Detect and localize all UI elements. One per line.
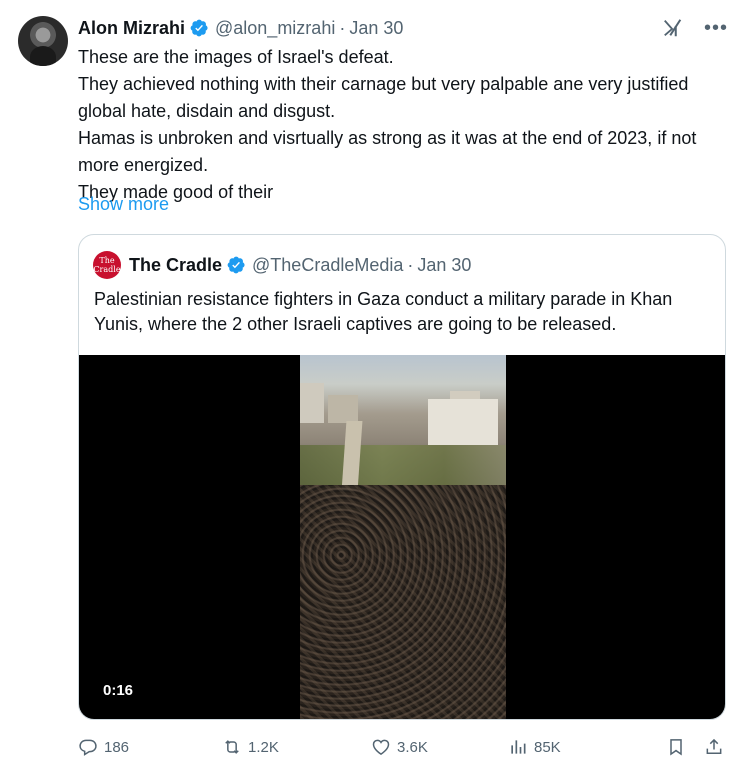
tweet-header: Alon Mizrahi @alon_mizrahi · Jan 30 ••• (78, 16, 728, 40)
header-actions: ••• (662, 17, 728, 39)
quote-author-handle[interactable]: @TheCradleMedia (252, 255, 403, 276)
video-duration: 0:16 (95, 680, 142, 701)
author-handle[interactable]: @alon_mizrahi (215, 18, 335, 39)
share-icon (706, 738, 722, 754)
tweet-body: These are the images of Israel's defeat.… (78, 44, 728, 206)
video-frame (300, 355, 506, 719)
like-button[interactable]: 3.6K (371, 734, 428, 760)
views-count: 85K (534, 738, 561, 756)
repost-icon (225, 740, 239, 754)
building (328, 395, 358, 423)
verified-badge-icon (190, 19, 208, 37)
quote-header: The Cradle The Cradle @TheCradleMedia · … (93, 251, 471, 279)
repost-button[interactable]: 1.2K (222, 734, 279, 760)
views-button[interactable]: 85K (508, 734, 561, 760)
action-bar: 186 1.2K 3.6K 85K (78, 734, 726, 760)
repost-count: 1.2K (248, 738, 279, 756)
author-avatar[interactable] (18, 16, 68, 66)
quote-text: Palestinian resistance fighters in Gaza … (94, 289, 673, 334)
show-more-link[interactable]: Show more (78, 194, 169, 215)
vegetation (300, 445, 506, 485)
grok-icon[interactable] (662, 17, 684, 39)
building (428, 399, 498, 445)
reply-button[interactable]: 186 (78, 734, 129, 760)
header-separator: · (339, 17, 346, 38)
reply-count: 186 (104, 738, 130, 756)
like-count: 3.6K (397, 738, 428, 756)
bookmark-icon (670, 739, 682, 756)
crowd-texture (300, 485, 506, 719)
share-button[interactable] (704, 734, 724, 760)
tweet-line: They achieved nothing with their carnage… (78, 74, 689, 121)
reply-icon (79, 739, 97, 756)
more-icon[interactable]: ••• (704, 18, 728, 38)
heart-icon (372, 739, 390, 755)
tweet-line: They made good of their (78, 182, 274, 202)
tweet-line: Hamas is unbroken and visrtually as stro… (78, 128, 697, 175)
quoted-tweet[interactable]: The Cradle The Cradle @TheCradleMedia · … (78, 234, 726, 720)
author-name[interactable]: Alon Mizrahi (78, 18, 185, 39)
building (300, 383, 324, 423)
quote-avatar[interactable]: The Cradle (93, 251, 121, 279)
quote-author-name[interactable]: The Cradle (129, 255, 222, 276)
quote-separator: · (407, 254, 414, 275)
views-icon (511, 740, 526, 754)
quote-date[interactable]: Jan 30 (417, 255, 471, 276)
tweet-date[interactable]: Jan 30 (349, 18, 403, 39)
tweet-line: These are the images of Israel's defeat. (78, 47, 394, 67)
video-player[interactable]: 0:16 (79, 355, 725, 719)
bookmark-button[interactable] (666, 734, 686, 760)
verified-badge-icon (227, 256, 245, 274)
